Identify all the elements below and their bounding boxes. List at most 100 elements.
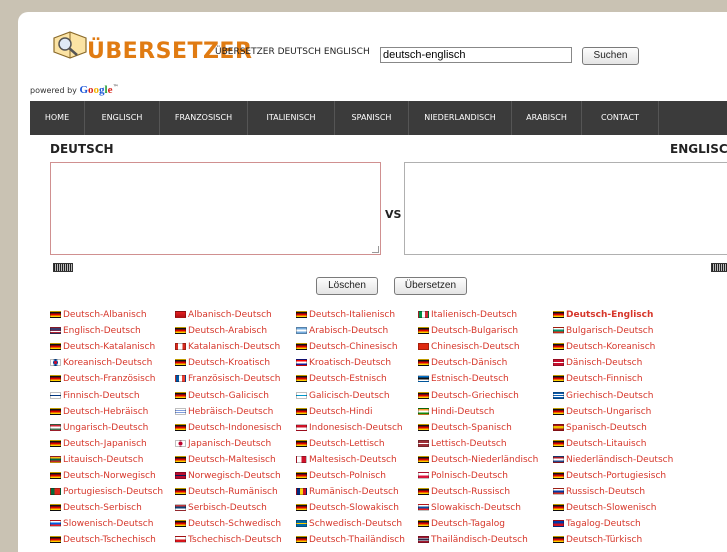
language-pair-link[interactable]: Russisch-Deutsch xyxy=(553,486,645,498)
language-pair-link[interactable]: Dänisch-Deutsch xyxy=(553,357,642,369)
language-pair-link[interactable]: Italienisch-Deutsch xyxy=(418,309,517,321)
nav-item-niederlandisch[interactable]: NIEDERLANDISCH xyxy=(409,101,512,135)
language-pair-link[interactable]: Deutsch-Hindi xyxy=(296,406,372,418)
language-pair-label: Deutsch-Französisch xyxy=(63,374,156,385)
language-pair-link[interactable]: Rumänisch-Deutsch xyxy=(296,486,399,498)
language-pair-link[interactable]: Bulgarisch-Deutsch xyxy=(553,325,653,337)
language-pair-link[interactable]: Finnisch-Deutsch xyxy=(50,390,140,402)
language-pair-link[interactable]: Englisch-Deutsch xyxy=(50,325,141,337)
language-pair-link[interactable]: Deutsch-Serbisch xyxy=(50,502,142,514)
language-pair-link[interactable]: Deutsch-Englisch xyxy=(553,309,653,321)
language-pair-link[interactable]: Serbisch-Deutsch xyxy=(175,502,267,514)
language-pair-link[interactable]: Deutsch-Portugiesisch xyxy=(553,470,666,482)
language-pair-link[interactable]: Deutsch-Hebräisch xyxy=(50,406,148,418)
language-pair-link[interactable]: Deutsch-Schwedisch xyxy=(175,518,281,530)
virtual-keyboard-icon-right[interactable] xyxy=(711,263,727,272)
virtual-keyboard-icon[interactable] xyxy=(53,263,73,272)
nav-item-franzosisch[interactable]: FRANZOSISCH xyxy=(160,101,248,135)
language-pair-link[interactable]: Deutsch-Slowakisch xyxy=(296,502,399,514)
nav-item-contact[interactable]: CONTACT xyxy=(582,101,659,135)
language-pair-link[interactable]: Deutsch-Griechisch xyxy=(418,390,519,402)
language-pair-link[interactable]: Japanisch-Deutsch xyxy=(175,438,271,450)
language-pair-label: Schwedisch-Deutsch xyxy=(309,519,403,530)
language-pair-link[interactable]: Deutsch-Katalanisch xyxy=(50,341,155,353)
nav-item-italienisch[interactable]: ITALIENISCH xyxy=(248,101,335,135)
language-pair-label: Italienisch-Deutsch xyxy=(431,310,518,320)
language-pair-link[interactable]: Deutsch-Slowenisch xyxy=(553,502,656,514)
language-pair-link[interactable]: Koreanisch-Deutsch xyxy=(50,357,152,369)
fi-flag-icon xyxy=(50,391,61,399)
language-pair-link[interactable]: Deutsch-Indonesisch xyxy=(175,422,282,434)
language-pair-link[interactable]: Portugiesisch-Deutsch xyxy=(50,486,163,498)
language-pair-link[interactable]: Litauisch-Deutsch xyxy=(50,454,143,466)
language-pair-link[interactable]: Norwegisch-Deutsch xyxy=(175,470,281,482)
target-textarea[interactable] xyxy=(404,162,727,255)
language-pair-link[interactable]: Lettisch-Deutsch xyxy=(418,438,507,450)
language-pair-link[interactable]: Deutsch-Bulgarisch xyxy=(418,325,518,337)
language-pair-link[interactable]: Slowenisch-Deutsch xyxy=(50,518,153,530)
language-pair-link[interactable]: Deutsch-Litauisch xyxy=(553,438,646,450)
language-pair-link[interactable]: Galicisch-Deutsch xyxy=(296,390,390,402)
language-pair-link[interactable]: Deutsch-Lettisch xyxy=(296,438,385,450)
language-pair-label: Deutsch-Hindi xyxy=(309,406,373,417)
nav-item-arabisch[interactable]: ARABISCH xyxy=(512,101,582,135)
language-pair-link[interactable]: Deutsch-Kroatisch xyxy=(175,357,270,369)
language-pair-link[interactable]: Deutsch-Japanisch xyxy=(50,438,147,450)
language-pair-link[interactable]: Maltesisch-Deutsch xyxy=(296,454,397,466)
clear-button[interactable]: Löschen xyxy=(316,277,378,295)
translate-button[interactable]: Übersetzen xyxy=(394,277,467,295)
language-pair-link[interactable]: Tagalog-Deutsch xyxy=(553,518,641,530)
de-flag-icon xyxy=(418,488,429,496)
language-pair-link[interactable]: Arabisch-Deutsch xyxy=(296,325,388,337)
language-pair-link[interactable]: Deutsch-Arabisch xyxy=(175,325,267,337)
language-pair-link[interactable]: Kroatisch-Deutsch xyxy=(296,357,391,369)
language-pair-link[interactable]: Deutsch-Polnisch xyxy=(296,470,386,482)
language-pair-link[interactable]: Deutsch-Tagalog xyxy=(418,518,505,530)
language-pair-link[interactable]: Deutsch-Russisch xyxy=(418,486,510,498)
language-pair-link[interactable]: Hindi-Deutsch xyxy=(418,406,494,418)
language-pair-link[interactable]: Indonesisch-Deutsch xyxy=(296,422,403,434)
search-button[interactable]: Suchen xyxy=(582,47,639,65)
language-pair-link[interactable]: Katalanisch-Deutsch xyxy=(175,341,280,353)
language-pair-link[interactable]: Französisch-Deutsch xyxy=(175,373,281,385)
language-pair-link[interactable]: Deutsch-Chinesisch xyxy=(296,341,398,353)
nav-item-englisch[interactable]: ENGLISCH xyxy=(85,101,160,135)
de-flag-icon xyxy=(50,439,61,447)
language-pair-link[interactable]: Griechisch-Deutsch xyxy=(553,390,654,402)
de-flag-icon xyxy=(50,504,61,512)
language-pair-link[interactable]: Deutsch-Finnisch xyxy=(553,373,643,385)
language-pair-link[interactable]: Deutsch-Maltesisch xyxy=(175,454,276,466)
resize-handle-icon[interactable] xyxy=(372,246,379,253)
language-pair-link[interactable]: Deutsch-Koreanisch xyxy=(553,341,655,353)
nav-item-spanisch[interactable]: SPANISCH xyxy=(335,101,409,135)
language-pair-link[interactable]: Deutsch-Ungarisch xyxy=(553,406,651,418)
language-pair-link[interactable]: Deutsch-Estnisch xyxy=(296,373,387,385)
language-pair-link[interactable]: Hebräisch-Deutsch xyxy=(175,406,273,418)
language-pair-link[interactable]: Estnisch-Deutsch xyxy=(418,373,509,385)
language-pair-link[interactable]: Slowakisch-Deutsch xyxy=(418,502,521,514)
language-pair-link[interactable]: Niederländisch-Deutsch xyxy=(553,454,673,466)
language-pair-link[interactable]: Deutsch-Spanisch xyxy=(418,422,512,434)
language-pair-label: Bulgarisch-Deutsch xyxy=(566,326,654,337)
ph-flag-icon xyxy=(553,520,564,528)
language-pair-link[interactable]: Deutsch-Albanisch xyxy=(50,309,147,321)
in-flag-icon xyxy=(418,407,429,415)
language-pair-link[interactable]: Deutsch-Italienisch xyxy=(296,309,395,321)
search-input[interactable] xyxy=(380,47,572,63)
language-pair-link[interactable]: Deutsch-Dänisch xyxy=(418,357,507,369)
language-pair-link[interactable]: Ungarisch-Deutsch xyxy=(50,422,148,434)
language-pair-link[interactable]: Deutsch-Norwegisch xyxy=(50,470,156,482)
language-pair-link[interactable]: Deutsch-Niederländisch xyxy=(418,454,538,466)
source-textarea[interactable] xyxy=(50,162,381,255)
language-pair-link[interactable]: Schwedisch-Deutsch xyxy=(296,518,402,530)
language-pair-link[interactable]: Albanisch-Deutsch xyxy=(175,309,272,321)
language-pair-link[interactable]: Deutsch-Galicisch xyxy=(175,390,269,402)
language-pair-link[interactable]: Deutsch-Rumänisch xyxy=(175,486,278,498)
language-pair-link[interactable]: Chinesisch-Deutsch xyxy=(418,341,520,353)
language-pair-link[interactable]: Polnisch-Deutsch xyxy=(418,470,508,482)
nav-item-home[interactable]: HOME xyxy=(30,101,85,135)
language-pair-link[interactable]: Spanisch-Deutsch xyxy=(553,422,647,434)
de-flag-icon xyxy=(553,407,564,415)
language-pair-label: Deutsch-Estnisch xyxy=(309,374,387,385)
language-pair-link[interactable]: Deutsch-Französisch xyxy=(50,373,156,385)
